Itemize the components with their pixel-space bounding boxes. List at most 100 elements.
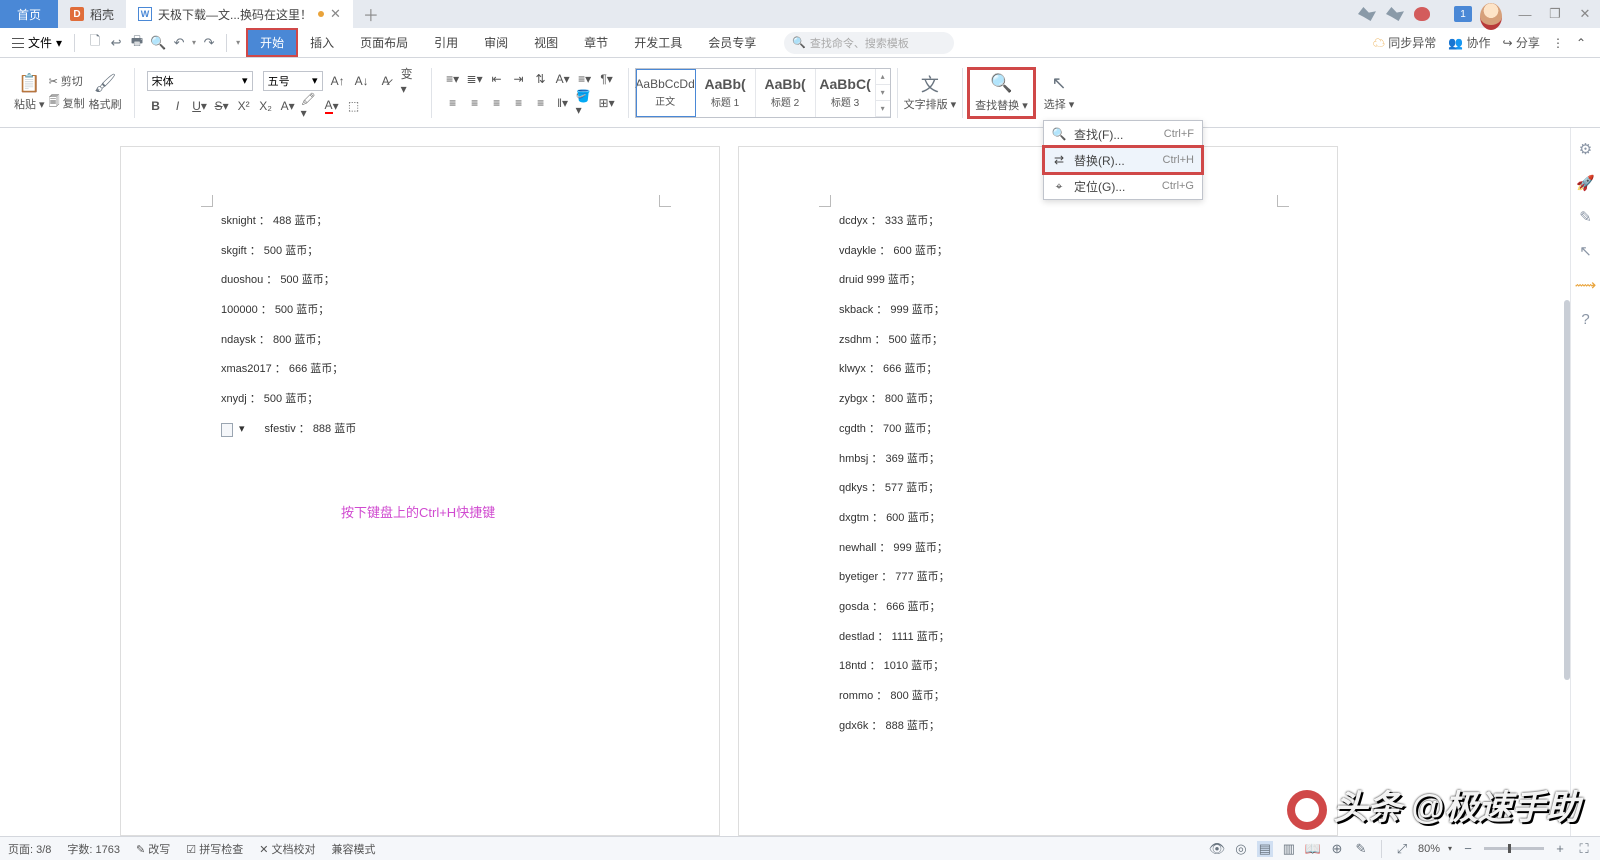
print-icon[interactable]: 🖶 xyxy=(129,35,145,51)
dropdown-find[interactable]: 🔍 查找(F)... Ctrl+F xyxy=(1044,121,1202,147)
sort-icon[interactable]: ⇅ xyxy=(532,70,550,88)
notification-badge[interactable]: 1 xyxy=(1454,6,1472,22)
underline-icon[interactable]: U▾ xyxy=(191,97,209,115)
fullscreen-icon[interactable]: ⛶ xyxy=(1576,841,1592,857)
paste-button[interactable]: 📋 粘贴 ▾ xyxy=(14,74,45,112)
char-shading-icon[interactable]: A▾ xyxy=(554,70,572,88)
justify-icon[interactable]: ≡ xyxy=(510,94,528,112)
italic-icon[interactable]: I xyxy=(169,97,187,115)
spell-check[interactable]: ☑ 拼写检查 xyxy=(186,841,243,857)
style-normal[interactable]: AaBbCcDd正文 xyxy=(636,69,696,117)
zoom-slider[interactable] xyxy=(1484,847,1544,850)
tab-insert[interactable]: 插入 xyxy=(298,30,346,55)
tab-start[interactable]: 开始 xyxy=(248,30,296,55)
focus-icon[interactable]: ◎ xyxy=(1233,841,1249,857)
tab-view[interactable]: 视图 xyxy=(522,30,570,55)
strikethrough-icon[interactable]: S▾ xyxy=(213,97,231,115)
show-marks-icon[interactable]: ¶▾ xyxy=(598,70,616,88)
zoom-level[interactable]: 80% xyxy=(1418,843,1440,855)
font-size-select[interactable]: 五号▾ xyxy=(263,71,323,91)
tab-home[interactable]: 首页 xyxy=(0,0,58,28)
tab-references[interactable]: 引用 xyxy=(422,30,470,55)
read-view-icon[interactable]: 📖 xyxy=(1305,841,1321,857)
align-left-icon[interactable]: ≡ xyxy=(444,94,462,112)
note-icon[interactable]: ✎ xyxy=(1353,841,1369,857)
tab-developer[interactable]: 开发工具 xyxy=(622,30,694,55)
maximize-button[interactable]: ❐ xyxy=(1540,0,1570,28)
superscript-icon[interactable]: X² xyxy=(235,97,253,115)
tab-page-layout[interactable]: 页面布局 xyxy=(348,30,420,55)
decrease-indent-icon[interactable]: ⇤ xyxy=(488,70,506,88)
numbering-icon[interactable]: ≣▾ xyxy=(466,70,484,88)
format-painter-button[interactable]: 🖌 格式刷 xyxy=(89,74,122,112)
minimize-button[interactable]: — xyxy=(1510,0,1540,28)
close-tab-icon[interactable]: ✕ xyxy=(330,6,341,22)
print-preview-icon[interactable]: 🔍 xyxy=(150,35,166,51)
file-menu[interactable]: 文件 ▾ xyxy=(6,34,68,51)
page-view-icon[interactable]: ▤ xyxy=(1257,841,1273,857)
save-icon[interactable]: 🗋 xyxy=(87,35,103,51)
bold-icon[interactable]: B xyxy=(147,97,165,115)
style-heading-3[interactable]: AaBbC(标题 3 xyxy=(816,69,876,117)
subscript-icon[interactable]: X₂ xyxy=(257,97,275,115)
grow-font-icon[interactable]: A↑ xyxy=(329,72,347,90)
asian-layout-icon[interactable]: ≡▾ xyxy=(576,70,594,88)
tab-section[interactable]: 章节 xyxy=(572,30,620,55)
styles-gallery[interactable]: AaBbCcDd正文 AaBb(标题 1 AaBb(标题 2 AaBbC(标题 … xyxy=(635,68,891,118)
style-heading-1[interactable]: AaBb(标题 1 xyxy=(696,69,756,117)
phonetic-icon[interactable]: 变▾ xyxy=(401,72,419,90)
distributed-icon[interactable]: ≡ xyxy=(532,94,550,112)
collab-button[interactable]: 👥 协作 xyxy=(1448,34,1490,51)
tab-docer[interactable]: D 稻壳 xyxy=(58,0,126,28)
dropdown-goto[interactable]: ⌖ 定位(G)... Ctrl+G xyxy=(1044,173,1202,199)
align-right-icon[interactable]: ≡ xyxy=(488,94,506,112)
font-name-select[interactable]: 宋体▾ xyxy=(147,71,253,91)
word-count[interactable]: 字数: 1763 xyxy=(67,841,120,857)
revise-mode[interactable]: ✎ 改写 xyxy=(136,841,170,857)
tab-document[interactable]: W 天极下载—文...换码在这里！ ✕ xyxy=(126,0,353,28)
page-indicator[interactable]: 页面: 3/8 xyxy=(8,841,51,857)
fit-icon[interactable]: ⤢ xyxy=(1394,841,1410,857)
shrink-font-icon[interactable]: A↓ xyxy=(353,72,371,90)
more-icon[interactable]: ⋮ xyxy=(1552,36,1564,50)
pen-icon[interactable]: ✎ xyxy=(1577,208,1595,226)
align-center-icon[interactable]: ≡ xyxy=(466,94,484,112)
page-right[interactable]: dcdyx ： 333 蓝币； vdaykle ： 600 蓝币； druid … xyxy=(738,146,1338,836)
borders-icon[interactable]: ⊞▾ xyxy=(598,94,616,112)
web-view-icon[interactable]: ⊕ xyxy=(1329,841,1345,857)
dropdown-replace[interactable]: ⇄ 替换(R)... Ctrl+H xyxy=(1044,147,1202,173)
highlight-icon[interactable]: 🖍▾ xyxy=(301,97,319,115)
increase-indent-icon[interactable]: ⇥ xyxy=(510,70,528,88)
redo-icon[interactable]: ↷ xyxy=(201,35,217,51)
search-input[interactable]: 🔍 查找命令、搜索模板 xyxy=(784,32,954,54)
clear-format-icon[interactable]: A̷ xyxy=(377,72,395,90)
avatar[interactable] xyxy=(1480,3,1502,30)
save-as-icon[interactable]: ↩ xyxy=(108,35,124,51)
style-heading-2[interactable]: AaBb(标题 2 xyxy=(756,69,816,117)
share-button[interactable]: ↪ 分享 xyxy=(1503,34,1540,51)
find-replace-button[interactable]: 🔍 查找替换 ▾ xyxy=(969,69,1034,117)
zoom-in-icon[interactable]: + xyxy=(1552,841,1568,857)
help-icon[interactable]: ? xyxy=(1577,310,1595,328)
page-left[interactable]: sknight ： 488 蓝币； skgift ： 500 蓝币； duosh… xyxy=(120,146,720,836)
styles-more-icon[interactable]: ▾ xyxy=(876,101,890,117)
shading-icon[interactable]: 🪣▾ xyxy=(576,94,594,112)
copy-button[interactable]: 🗐复制 xyxy=(49,93,85,112)
zoom-out-icon[interactable]: − xyxy=(1460,841,1476,857)
select-button[interactable]: ↖ 选择 ▾ xyxy=(1044,74,1075,112)
outline-view-icon[interactable]: ▥ xyxy=(1281,841,1297,857)
proof-read[interactable]: ✕ 文档校对 xyxy=(259,841,315,857)
tab-review[interactable]: 审阅 xyxy=(472,30,520,55)
bullets-icon[interactable]: ≡▾ xyxy=(444,70,462,88)
text-layout-button[interactable]: 文 文字排版 ▾ xyxy=(904,74,957,112)
styles-up-icon[interactable]: ▴ xyxy=(876,69,890,85)
slider-icon[interactable]: ⟿ xyxy=(1577,276,1595,294)
sync-status[interactable]: ☁ 同步异常 xyxy=(1373,34,1436,51)
styles-down-icon[interactable]: ▾ xyxy=(876,85,890,101)
new-tab-button[interactable]: ＋ xyxy=(357,0,385,28)
undo-icon[interactable]: ↶ xyxy=(171,35,187,51)
rocket-icon[interactable]: 🚀 xyxy=(1577,174,1595,192)
font-color-icon[interactable]: A▾ xyxy=(323,97,341,115)
char-border-icon[interactable]: ⬚ xyxy=(345,97,363,115)
pointer-icon[interactable]: ↖ xyxy=(1577,242,1595,260)
